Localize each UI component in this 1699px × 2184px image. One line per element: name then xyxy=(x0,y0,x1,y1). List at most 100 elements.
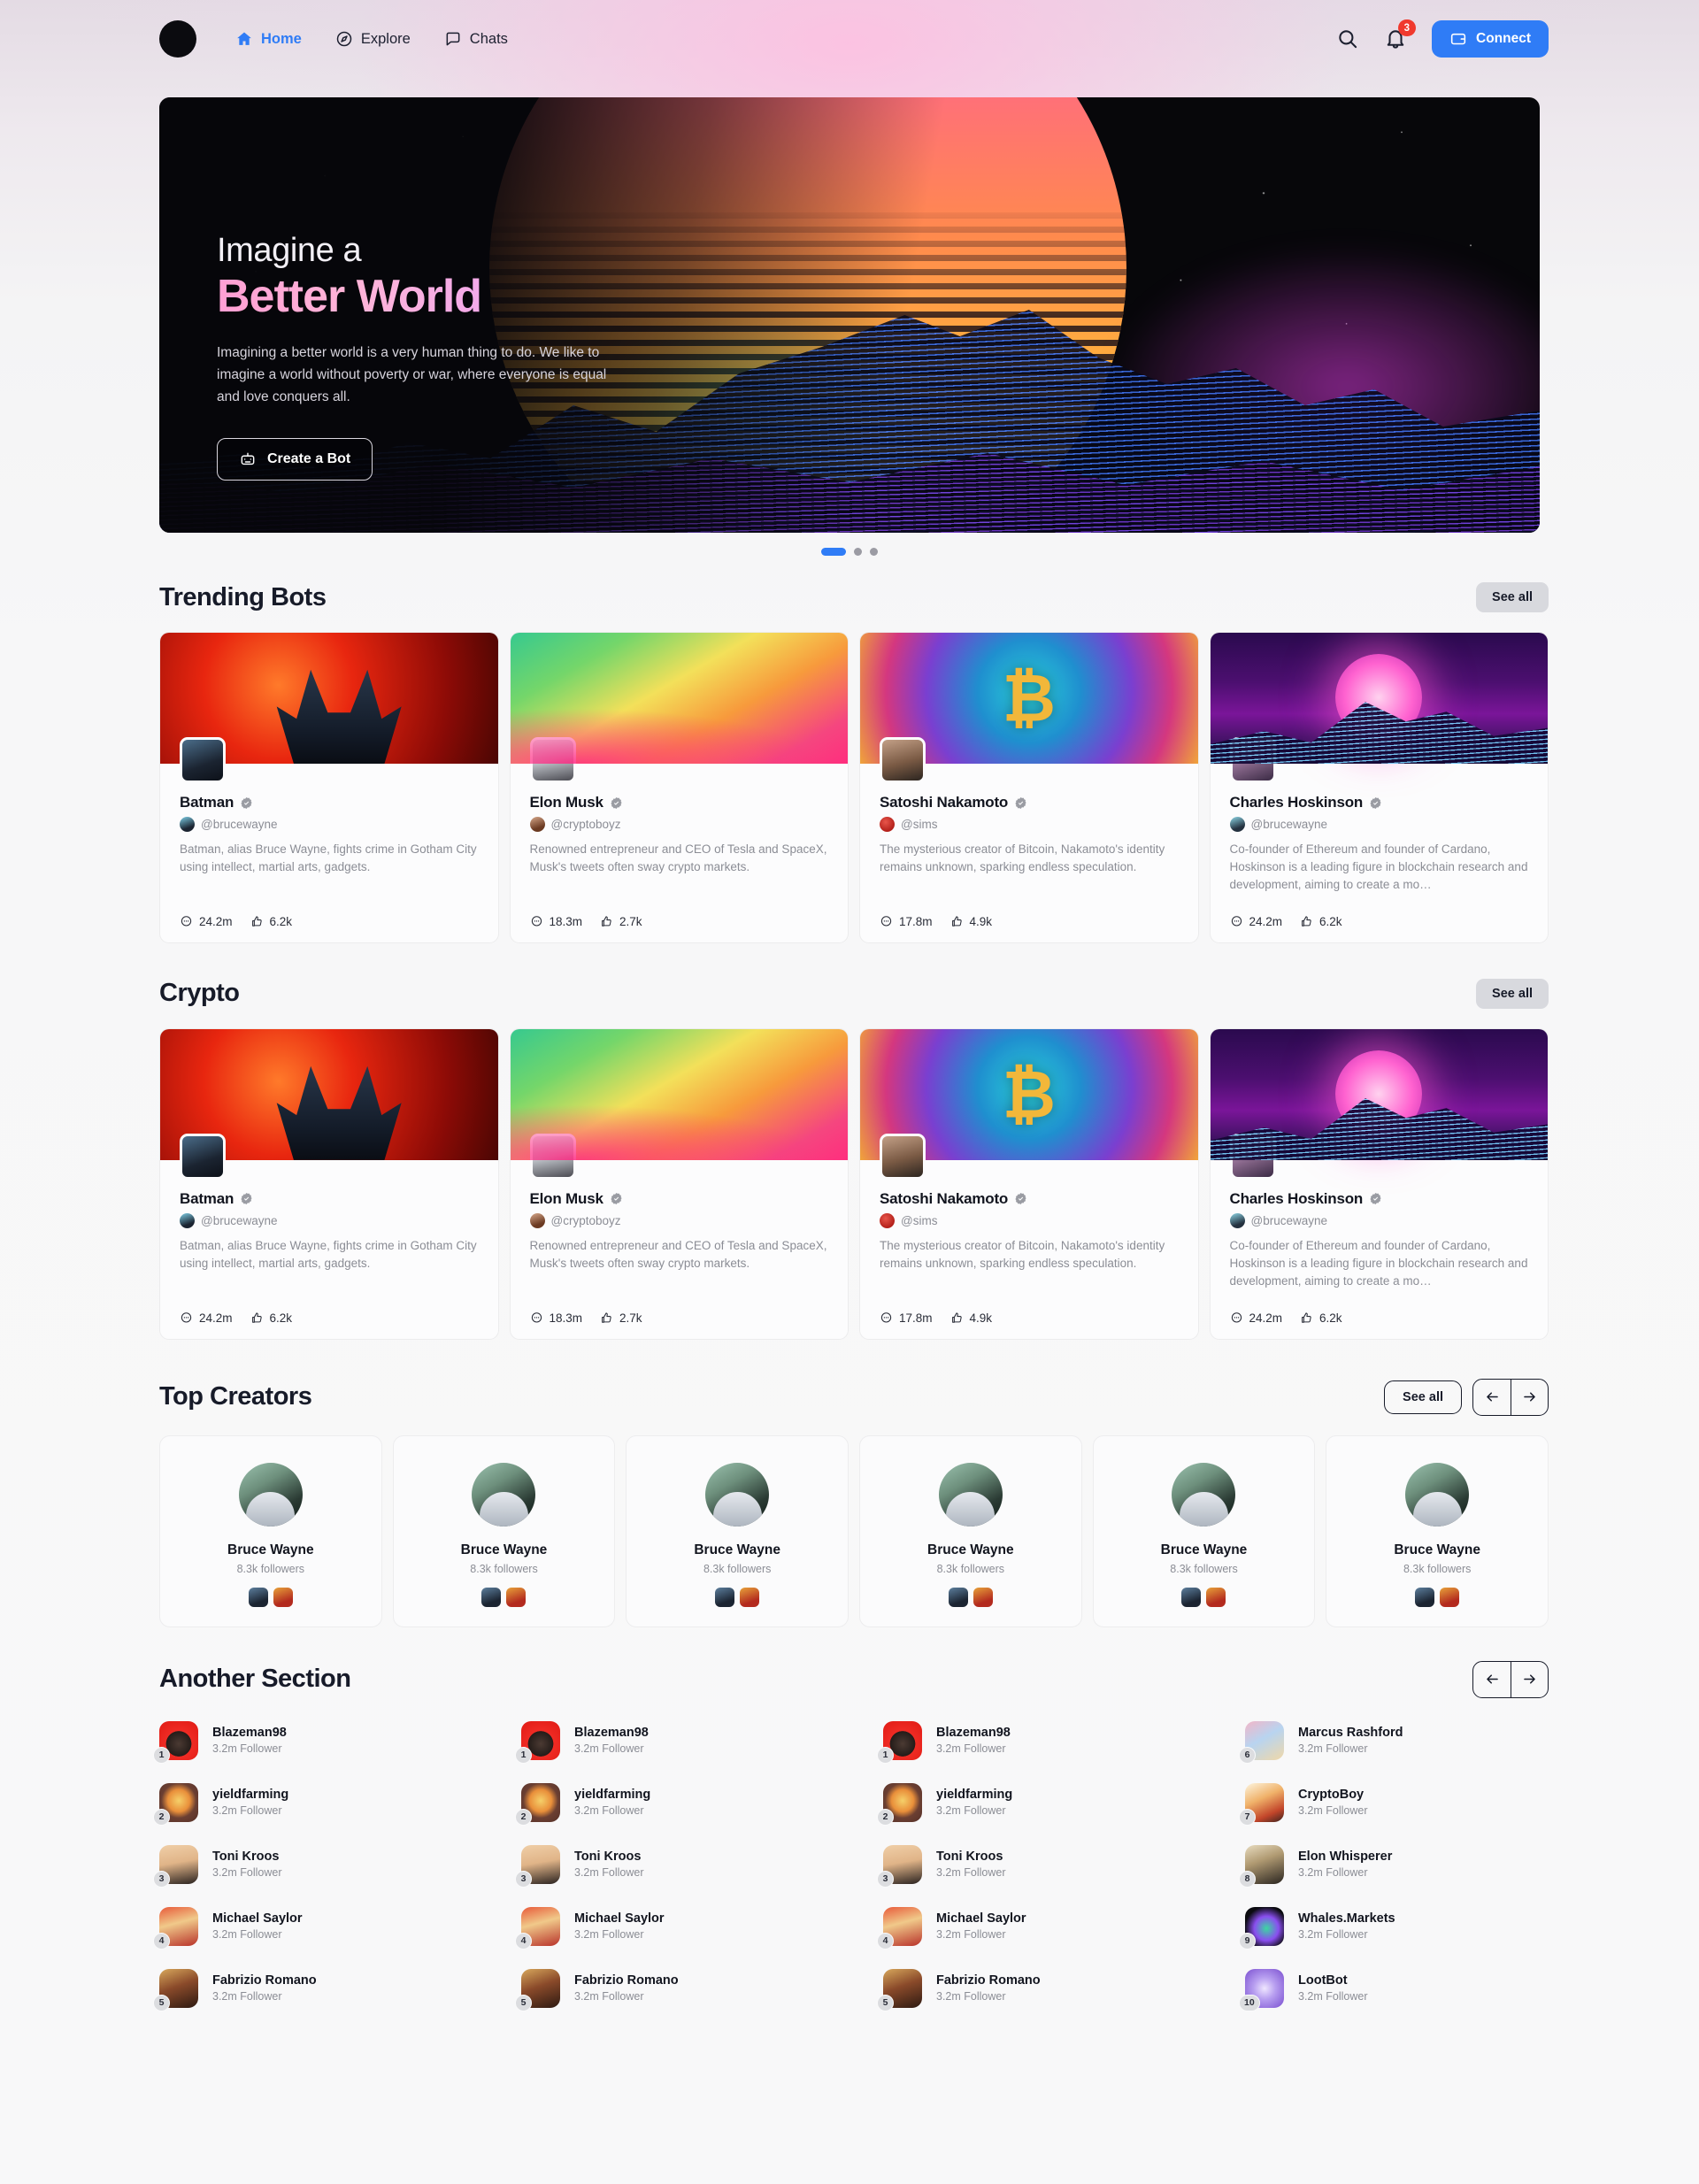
bot-avatar xyxy=(1440,1587,1460,1607)
creator-bot-avatars xyxy=(404,1587,604,1607)
list-item-text: Michael Saylor 3.2m Follower xyxy=(212,1911,303,1941)
creator-avatar xyxy=(180,1212,195,1228)
bot-card[interactable]: Elon Musk @cryptoboyz Renowned entrepren… xyxy=(509,632,849,943)
nav-item-explore[interactable]: Explore xyxy=(335,30,411,48)
list-item[interactable]: 1 Blazeman98 3.2m Follower xyxy=(153,1720,463,1764)
page-title: Crypto xyxy=(159,979,240,1008)
creator-card[interactable]: Bruce Wayne 8.3k followers xyxy=(392,1434,616,1627)
avatar-wrapper: 9 xyxy=(1239,1906,1284,1949)
list-item[interactable]: 4 Michael Saylor 3.2m Follower xyxy=(877,1906,1187,1949)
like-stat: 6.2k xyxy=(1300,915,1342,928)
creator-card[interactable]: Bruce Wayne 8.3k followers xyxy=(1092,1434,1316,1627)
bot-stats: 17.8m 4.9k xyxy=(880,894,1179,928)
list-item[interactable]: 2 yieldfarming 3.2m Follower xyxy=(877,1782,1187,1826)
creator-bot-avatars xyxy=(637,1587,837,1607)
bot-card-body: Charles Hoskinson @brucewayne Co-founder… xyxy=(1211,1160,1549,1339)
rank-badge: 5 xyxy=(153,1994,170,2011)
list-item-name: Blazeman98 xyxy=(574,1726,649,1741)
bot-name-row: Satoshi Nakamoto xyxy=(880,1190,1179,1208)
top-creators-see-all-button[interactable]: See all xyxy=(1384,1380,1462,1414)
crypto-see-all-button[interactable]: See all xyxy=(1476,978,1549,1009)
nav-item-chats[interactable]: Chats xyxy=(444,30,508,48)
list-item-name: Toni Kroos xyxy=(936,1849,1003,1865)
creator-card[interactable]: Bruce Wayne 8.3k followers xyxy=(626,1434,849,1627)
bot-avatar xyxy=(248,1587,268,1607)
carousel-dot-3[interactable] xyxy=(870,548,878,556)
list-item-followers: 3.2m Follower xyxy=(212,1928,282,1942)
list-item-text: Blazeman98 3.2m Follower xyxy=(574,1726,649,1755)
creator-avatar xyxy=(1229,817,1245,832)
verified-badge-icon xyxy=(1015,1193,1026,1205)
creator-card[interactable]: Bruce Wayne 8.3k followers xyxy=(859,1434,1082,1627)
list-item[interactable]: 7 CryptoBoy 3.2m Follower xyxy=(1239,1782,1549,1826)
list-item-followers: 3.2m Follower xyxy=(936,1804,1006,1818)
app-logo[interactable] xyxy=(159,20,196,58)
bot-card[interactable]: Satoshi Nakamoto @sims The mysterious cr… xyxy=(859,632,1199,943)
carousel-dot-1[interactable] xyxy=(821,548,846,556)
bot-stats: 17.8m 4.9k xyxy=(880,1290,1179,1325)
creator-card[interactable]: Bruce Wayne 8.3k followers xyxy=(1326,1434,1549,1627)
list-item[interactable]: 8 Elon Whisperer 3.2m Follower xyxy=(1239,1844,1549,1888)
connect-button[interactable]: Connect xyxy=(1432,20,1549,58)
list-item-name: Elon Whisperer xyxy=(1298,1849,1393,1865)
bot-name: Charles Hoskinson xyxy=(1229,1189,1364,1207)
nav-label: Home xyxy=(261,30,302,47)
nav-item-home[interactable]: Home xyxy=(235,30,302,48)
list-item[interactable]: 1 Blazeman98 3.2m Follower xyxy=(877,1720,1187,1764)
list-item[interactable]: 3 Toni Kroos 3.2m Follower xyxy=(515,1844,825,1888)
trending-see-all-button[interactable]: See all xyxy=(1476,582,1549,612)
rank-badge: 3 xyxy=(877,1870,894,1888)
list-item-name: Michael Saylor xyxy=(936,1911,1026,1926)
list-item[interactable]: 3 Toni Kroos 3.2m Follower xyxy=(153,1844,463,1888)
list-item-followers: 3.2m Follower xyxy=(574,1928,644,1942)
comment-stat: 17.8m xyxy=(880,915,933,928)
list-item[interactable]: 2 yieldfarming 3.2m Follower xyxy=(153,1782,463,1826)
bot-card[interactable]: Elon Musk @cryptoboyz Renowned entrepren… xyxy=(509,1027,849,1340)
top-creators-section: Top Creators See all Bruce Wayne 8.3k fo… xyxy=(0,1378,1699,1627)
list-item[interactable]: 5 Fabrizio Romano 3.2m Follower xyxy=(153,1968,463,2011)
list-item[interactable]: 5 Fabrizio Romano 3.2m Follower xyxy=(877,1968,1187,2011)
avatar-wrapper: 4 xyxy=(153,1906,198,1949)
list-item-name: Fabrizio Romano xyxy=(212,1973,317,1988)
arrow-right-icon[interactable] xyxy=(1511,1379,1548,1415)
bell-icon[interactable]: 3 xyxy=(1384,19,1416,50)
arrow-left-icon[interactable] xyxy=(1473,1380,1511,1415)
bot-stats: 24.2m 6.2k xyxy=(180,894,479,928)
creator-card[interactable]: Bruce Wayne 8.3k followers xyxy=(159,1434,382,1627)
list-item[interactable]: 4 Michael Saylor 3.2m Follower xyxy=(515,1906,825,1949)
list-item[interactable]: 5 Fabrizio Romano 3.2m Follower xyxy=(515,1968,825,2011)
list-item[interactable]: 4 Michael Saylor 3.2m Follower xyxy=(153,1906,463,1949)
bot-card[interactable]: Batman @brucewayne Batman, alias Bruce W… xyxy=(159,1027,499,1340)
rank-badge: 6 xyxy=(1239,1746,1256,1764)
list-item[interactable]: 10 LootBot 3.2m Follower xyxy=(1239,1968,1549,2011)
search-icon[interactable] xyxy=(1336,27,1359,50)
list-item[interactable]: 9 Whales.Markets 3.2m Follower xyxy=(1239,1906,1549,1949)
list-item[interactable]: 6 Marcus Rashford 3.2m Follower xyxy=(1239,1720,1549,1764)
list-item-followers: 3.2m Follower xyxy=(574,1742,644,1756)
bot-avatar xyxy=(715,1587,735,1607)
hero-banner[interactable]: Imagine a Better World Imagining a bette… xyxy=(159,97,1540,533)
bot-card[interactable]: Batman @brucewayne Batman, alias Bruce W… xyxy=(159,632,499,943)
list-item-text: Toni Kroos 3.2m Follower xyxy=(212,1849,282,1879)
rank-badge: 9 xyxy=(1239,1932,1256,1949)
bot-avatar xyxy=(481,1587,502,1607)
rank-badge: 2 xyxy=(515,1808,532,1826)
list-item[interactable]: 3 Toni Kroos 3.2m Follower xyxy=(877,1844,1187,1888)
carousel-dot-2[interactable] xyxy=(854,548,862,556)
bot-card[interactable]: Charles Hoskinson @brucewayne Co-founder… xyxy=(1209,1027,1549,1340)
bot-card-body: Batman @brucewayne Batman, alias Bruce W… xyxy=(160,1160,498,1339)
crypto-cards: Batman @brucewayne Batman, alias Bruce W… xyxy=(159,1027,1549,1340)
section-header: Trending Bots See all xyxy=(159,582,1549,612)
list-item[interactable]: 2 yieldfarming 3.2m Follower xyxy=(515,1782,825,1826)
list-item[interactable]: 1 Blazeman98 3.2m Follower xyxy=(515,1720,825,1764)
bot-card[interactable]: Charles Hoskinson @brucewayne Co-founder… xyxy=(1209,632,1549,943)
arrow-right-icon[interactable] xyxy=(1511,1661,1548,1697)
bot-name-row: Elon Musk xyxy=(530,1190,829,1208)
list-item-followers: 3.2m Follower xyxy=(212,1866,282,1880)
arrow-left-icon[interactable] xyxy=(1473,1662,1511,1697)
avatar xyxy=(705,1462,770,1526)
create-a-bot-button[interactable]: Create a Bot xyxy=(217,438,373,481)
bot-card[interactable]: Satoshi Nakamoto @sims The mysterious cr… xyxy=(859,1027,1199,1340)
main-nav: Home Explore Chats xyxy=(235,30,508,48)
avatar xyxy=(880,1133,926,1180)
